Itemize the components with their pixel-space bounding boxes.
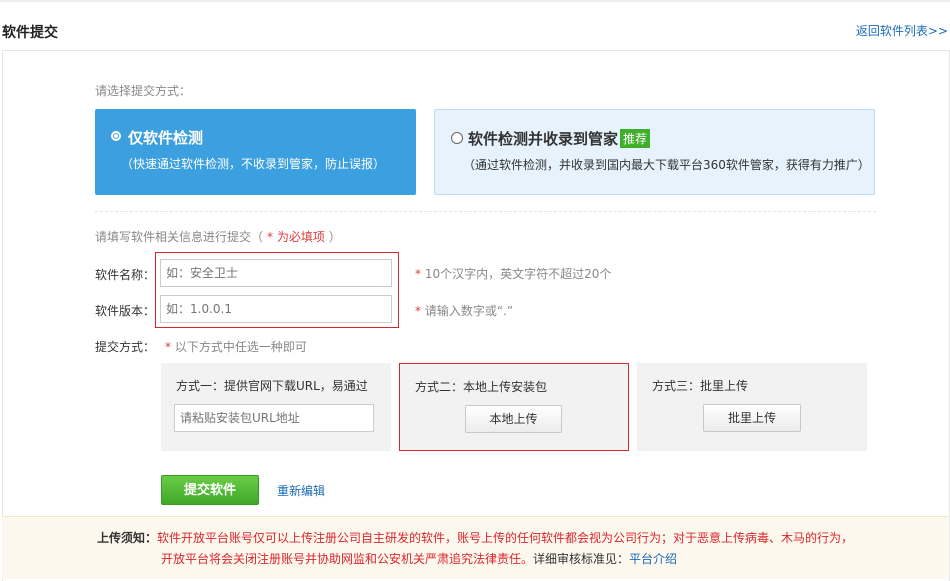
radio-unselected-icon[interactable]	[451, 132, 463, 144]
hint-text: 请输入数字或“.”	[424, 304, 514, 318]
option-desc: （快速通过软件检测，不收录到管家，防止误报）	[121, 157, 386, 171]
submit-software-button[interactable]: 提交软件	[161, 475, 259, 505]
choose-method-label: 请选择提交方式：	[95, 84, 192, 98]
hint-text: 10个汉字内，英文字符不超过20个	[424, 267, 612, 281]
option-title: 软件检测并收录到管家 推荐	[468, 128, 651, 149]
notice-detail: 详细审核标准见：	[533, 552, 630, 566]
notice-line-2: 开放平台将会关闭注册账号并协助网监和公安机关严肃追究法律责任。详细审核标准见：平…	[161, 550, 677, 567]
notice-line-1: 上传须知：软件开放平台账号仅可以上传注册公司自主研发的软件，账号上传的任何软件都…	[97, 529, 853, 546]
reedit-link[interactable]: 重新编辑	[277, 482, 325, 499]
method-url: 方式一：提供官网下载URL，易通过	[161, 363, 391, 451]
top-divider	[0, 0, 950, 2]
platform-intro-link[interactable]: 平台介绍	[629, 552, 677, 566]
radio-selected-icon[interactable]	[111, 131, 121, 141]
url-input[interactable]	[174, 404, 374, 432]
hint-star: *	[415, 267, 421, 281]
software-name-hint: * 10个汉字内，英文字符不超过20个	[415, 265, 611, 282]
submit-method-label: 提交方式：	[95, 340, 156, 354]
method-title: 方式一：提供官网下载URL，易通过	[176, 379, 368, 393]
info-prompt-end: ）	[328, 230, 341, 244]
option-desc: （通过软件检测，并收录到国内最大下载平台360软件管家，获得有力推广）	[463, 158, 870, 172]
notice-text-1: 软件开放平台账号仅可以上传注册公司自主研发的软件，账号上传的任何软件都会视为公司…	[157, 531, 854, 545]
page-title: 软件提交	[2, 25, 58, 41]
required-note: * 为必填项	[267, 230, 325, 244]
notice-label: 上传须知：	[97, 531, 158, 545]
info-prompt-text: 请填写软件相关信息进行提交（	[95, 230, 264, 244]
method-batch-upload: 方式三：批里上传 批里上传	[637, 363, 867, 451]
upload-notice: 上传须知：软件开放平台账号仅可以上传注册公司自主研发的软件，账号上传的任何软件都…	[2, 516, 948, 579]
back-to-list-link[interactable]: 返回软件列表>>	[856, 22, 948, 39]
method-local-upload: 方式二：本地上传安装包 本地上传	[399, 363, 629, 451]
option-detect-and-collect[interactable]: 软件检测并收录到管家 推荐 （通过软件检测，并收录到国内最大下载平台360软件管家…	[434, 109, 875, 195]
method-title: 方式三：批里上传	[652, 379, 749, 393]
method-title: 方式二：本地上传安装包	[415, 380, 548, 394]
local-upload-button[interactable]: 本地上传	[465, 405, 562, 433]
option-detect-only[interactable]: 仅软件检测 （快速通过软件检测，不收录到管家，防止误报）	[95, 109, 416, 195]
recommend-badge: 推荐	[620, 129, 651, 148]
section-divider	[95, 211, 876, 212]
software-version-hint: * 请输入数字或“.”	[415, 302, 513, 319]
software-version-label: 软件版本：	[95, 304, 156, 318]
software-name-label: 软件名称：	[95, 268, 156, 282]
software-version-input[interactable]	[160, 295, 392, 323]
option-title-text: 软件检测并收录到管家	[468, 130, 619, 148]
submit-method-hint: * 以下方式中任选一种即可	[165, 338, 307, 355]
option-title: 仅软件检测	[128, 129, 204, 147]
info-prompt: 请填写软件相关信息进行提交（ * 为必填项）	[95, 228, 341, 245]
batch-upload-button[interactable]: 批里上传	[703, 404, 801, 432]
notice-text-2: 开放平台将会关闭注册账号并协助网监和公安机关严肃追究法律责任。	[161, 552, 534, 566]
hint-text: 以下方式中任选一种即可	[174, 340, 307, 354]
hint-star: *	[415, 304, 421, 318]
hint-star: *	[165, 340, 171, 354]
software-name-input[interactable]	[160, 259, 392, 287]
